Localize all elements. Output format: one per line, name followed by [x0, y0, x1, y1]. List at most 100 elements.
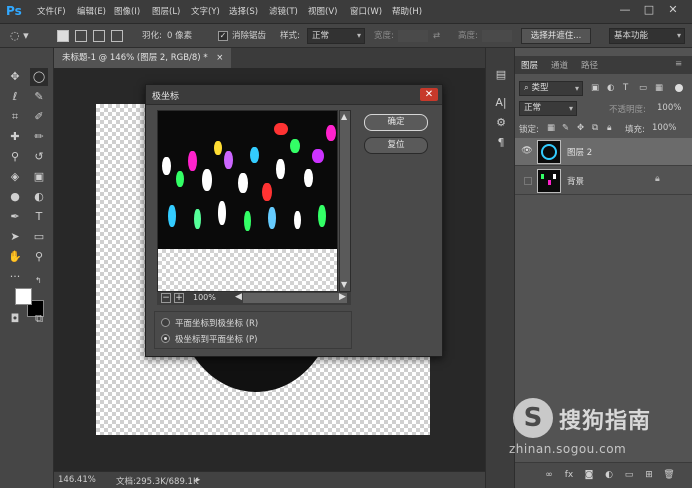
preview-vertical-scrollbar[interactable]: ▲ ▼ — [339, 110, 351, 292]
layer-row[interactable]: 背景 🔒︎ — [515, 167, 692, 195]
swap-icon[interactable]: ⇄ — [433, 30, 440, 42]
scroll-down-icon[interactable]: ▼ — [341, 280, 347, 289]
dodge-tool-icon[interactable]: ◐ — [30, 188, 48, 206]
menu-edit[interactable]: 编辑(E) — [77, 6, 106, 18]
visibility-toggle[interactable] — [524, 177, 532, 185]
lock-transparent-icon[interactable]: ▦ — [547, 123, 555, 133]
minimize-button[interactable]: — — [617, 3, 633, 17]
tab-layers[interactable]: 图层 — [521, 59, 538, 71]
subtract-selection-icon[interactable] — [93, 30, 105, 42]
radio-polar-to-rectangular[interactable] — [161, 334, 170, 343]
status-arrow-icon[interactable]: ▸ — [196, 475, 200, 485]
radio-rectangular-to-polar[interactable] — [161, 318, 170, 327]
quick-mask-icon[interactable]: ◘ — [6, 310, 24, 328]
scroll-right-icon[interactable]: ▶ — [339, 292, 346, 302]
blend-mode-select[interactable]: 正常 — [519, 101, 577, 116]
filter-toggle-icon[interactable] — [675, 84, 683, 92]
lock-position-icon[interactable]: ✥ — [577, 123, 584, 133]
close-tab-icon[interactable]: × — [216, 53, 223, 63]
layer-name[interactable]: 背景 — [567, 175, 584, 187]
elliptical-marquee-tool-icon[interactable]: ◯ — [30, 68, 48, 86]
reset-button[interactable]: 复位 — [364, 137, 428, 154]
menu-view[interactable]: 视图(V) — [308, 6, 337, 18]
intersect-selection-icon[interactable] — [111, 30, 123, 42]
swap-colors-icon[interactable]: ↰ — [35, 276, 42, 285]
dialog-close-button[interactable]: ✕ — [420, 88, 438, 101]
quick-select-tool-icon[interactable]: ✎ — [30, 88, 48, 106]
blur-tool-icon[interactable]: ● — [6, 188, 24, 206]
clone-stamp-tool-icon[interactable]: ⚲ — [6, 148, 24, 166]
pen-tool-icon[interactable]: ✒ — [6, 208, 24, 226]
foreground-color-swatch[interactable] — [15, 288, 32, 305]
delete-layer-icon[interactable]: 🗑︎ — [663, 469, 675, 481]
zoom-tool-icon[interactable]: ⚲ — [30, 248, 48, 266]
layer-style-icon[interactable]: fx — [563, 469, 575, 481]
filter-type-icon[interactable]: T — [623, 83, 628, 93]
paragraph-styles-icon[interactable]: ⚙ — [494, 116, 508, 130]
adjustment-layer-icon[interactable]: ◐ — [603, 469, 615, 481]
antialias-checkbox[interactable]: ✓ — [218, 31, 228, 41]
paragraph-panel-icon[interactable]: ¶ — [494, 136, 508, 150]
menu-filter[interactable]: 滤镜(T) — [269, 6, 298, 18]
close-window-button[interactable]: ✕ — [665, 3, 681, 17]
lasso-tool-icon[interactable]: ℓ — [6, 88, 24, 106]
screen-mode-icon[interactable]: ⧉ — [30, 310, 48, 328]
tab-paths[interactable]: 路径 — [581, 59, 598, 71]
move-tool-icon[interactable]: ✥ — [6, 68, 24, 86]
hand-tool-icon[interactable]: ✋ — [6, 248, 24, 266]
path-selection-tool-icon[interactable]: ➤ — [6, 228, 24, 246]
zoom-in-button[interactable]: + — [174, 293, 184, 303]
scroll-left-icon[interactable]: ◀ — [235, 292, 242, 302]
tab-channels[interactable]: 通道 — [551, 59, 568, 71]
marquee-preset-icon[interactable]: ◌ ▾ — [10, 29, 38, 43]
add-selection-icon[interactable] — [75, 30, 87, 42]
menu-file[interactable]: 文件(F) — [37, 6, 66, 18]
lock-pixels-icon[interactable]: ✎ — [562, 123, 569, 133]
zoom-out-button[interactable]: − — [161, 293, 171, 303]
opacity-value[interactable]: 100% — [657, 103, 681, 113]
filter-pixel-icon[interactable]: ▣ — [591, 83, 599, 93]
type-tool-icon[interactable]: T — [30, 208, 48, 226]
menu-layer[interactable]: 图层(L) — [152, 6, 180, 18]
eyedropper-tool-icon[interactable]: ✐ — [30, 108, 48, 126]
scroll-up-icon[interactable]: ▲ — [341, 112, 347, 121]
style-select[interactable]: 正常 — [307, 28, 365, 44]
menu-window[interactable]: 窗口(W) — [350, 6, 382, 18]
gradient-tool-icon[interactable]: ▣ — [30, 168, 48, 186]
history-panel-icon[interactable]: ▤ — [494, 68, 508, 82]
new-group-icon[interactable]: ▭ — [623, 469, 635, 481]
layer-row[interactable]: 👁︎ 图层 2 — [515, 138, 692, 166]
menu-type[interactable]: 文字(Y) — [191, 6, 220, 18]
visibility-eye-icon[interactable]: 👁︎ — [521, 145, 533, 157]
filter-preview[interactable] — [157, 110, 338, 292]
workspace-select[interactable]: 基本功能 — [609, 28, 685, 44]
history-brush-tool-icon[interactable]: ↺ — [30, 148, 48, 166]
more-tools-icon[interactable]: ··· — [6, 268, 24, 286]
lock-artboard-icon[interactable]: ⧉ — [592, 123, 598, 133]
add-mask-icon[interactable]: ◙ — [583, 469, 595, 481]
filter-shape-icon[interactable]: ▭ — [639, 83, 647, 93]
select-and-mask-button[interactable]: 选择并遮住... — [521, 28, 591, 44]
filter-adjustment-icon[interactable]: ◐ — [607, 83, 614, 93]
menu-help[interactable]: 帮助(H) — [392, 6, 422, 18]
eraser-tool-icon[interactable]: ◈ — [6, 168, 24, 186]
lock-all-icon[interactable]: 🔒︎ — [607, 123, 612, 133]
maximize-button[interactable]: □ — [641, 3, 657, 17]
filter-smart-object-icon[interactable]: ▦ — [655, 83, 663, 93]
character-panel-icon[interactable]: A| — [494, 96, 508, 110]
dialog-title-bar[interactable]: 极坐标 ✕ — [146, 85, 442, 105]
crop-tool-icon[interactable]: ⌗ — [6, 108, 24, 126]
layer-filter-select[interactable]: ⌕ 类型 — [519, 81, 583, 96]
menu-select[interactable]: 选择(S) — [229, 6, 258, 18]
ok-button[interactable]: 确定 — [364, 114, 428, 131]
layer-name[interactable]: 图层 2 — [567, 146, 592, 158]
preview-horizontal-scrollbar[interactable] — [243, 293, 347, 303]
height-field[interactable] — [482, 30, 512, 42]
document-tab[interactable]: 未标题-1 @ 146% (图层 2, RGB/8) * × — [54, 48, 232, 68]
new-selection-icon[interactable] — [57, 30, 69, 42]
status-zoom[interactable]: 146.41% — [58, 475, 96, 485]
brush-tool-icon[interactable]: ✏ — [30, 128, 48, 146]
width-field[interactable] — [398, 30, 428, 42]
healing-brush-tool-icon[interactable]: ✚ — [6, 128, 24, 146]
fill-value[interactable]: 100% — [652, 123, 676, 133]
